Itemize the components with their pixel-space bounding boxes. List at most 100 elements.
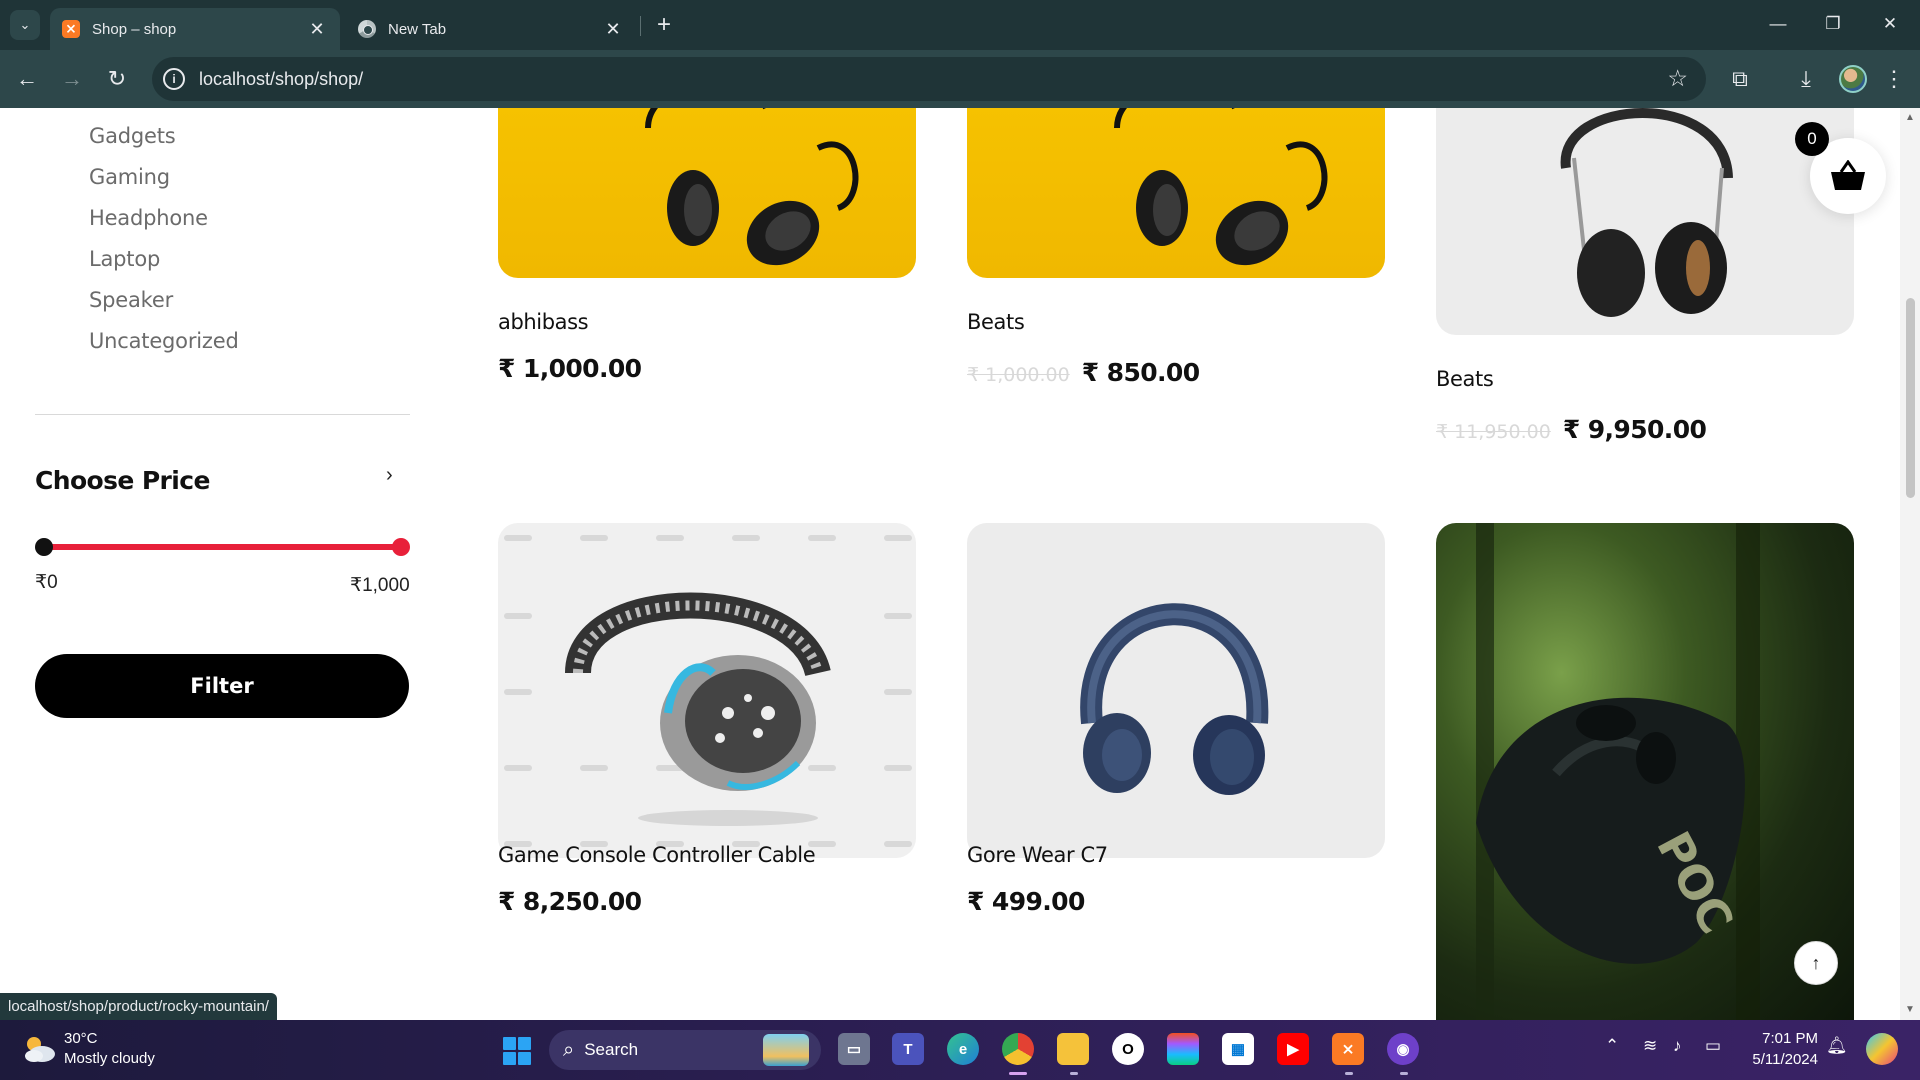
close-icon: ✕ (1882, 14, 1898, 33)
tab-shop[interactable]: ⨯ Shop – shop ✕ (50, 8, 340, 50)
tab-search-button[interactable]: ⌄ (10, 10, 40, 40)
clock-date[interactable]: 5/11/2024 (1738, 1051, 1818, 1068)
product-image-gore-wear[interactable] (967, 523, 1385, 858)
page-scrollbar[interactable]: ▲ ▼ (1900, 108, 1920, 1020)
notification-bell-icon[interactable]: 🔔︎ (1826, 1036, 1848, 1056)
basket-icon (1831, 160, 1865, 190)
new-tab-button[interactable]: + (650, 10, 678, 40)
product-name[interactable]: Beats (967, 310, 1025, 334)
category-item[interactable]: Laptop (89, 245, 239, 286)
close-icon[interactable]: ✕ (602, 19, 624, 40)
clock-time[interactable]: 7:01 PM (1760, 1030, 1818, 1047)
minimize-icon: — (1769, 14, 1787, 33)
product-name[interactable]: Game Console Controller Cable (498, 843, 816, 867)
status-bar-url: localhost/shop/product/rocky-mountain/ (0, 993, 277, 1020)
scroll-up-arrow-icon[interactable]: ▲ (1905, 112, 1915, 123)
browser-tab-bar: ⌄ ⨯ Shop – shop ✕ New Tab ✕ + — ❐ ✕ (0, 0, 1920, 50)
url-text[interactable]: localhost/shop/shop/ (199, 69, 363, 90)
category-item[interactable]: Speaker (89, 286, 239, 327)
microsoft-store-icon[interactable]: ▦ (1222, 1033, 1254, 1065)
browser-toolbar: ← → ↻ i localhost/shop/shop/ ☆ ⧉ ⤓ ⋮ (0, 50, 1920, 108)
category-item[interactable]: Gaming (89, 163, 239, 204)
taskbar-search[interactable]: ⌕ Search (549, 1030, 821, 1070)
figma-icon[interactable] (1167, 1033, 1199, 1065)
weather-temperature[interactable]: 30°C (64, 1030, 98, 1047)
product-old-price: ₹ 1,000.00 (967, 364, 1070, 386)
product-name[interactable]: abhibass (498, 310, 589, 334)
product-image-rocky-mountain[interactable]: POC (1436, 523, 1854, 1020)
arrow-up-icon: ↑ (1811, 952, 1821, 973)
windows-start-button[interactable] (503, 1037, 531, 1065)
windows-taskbar: 30°C Mostly cloudy ⌕ Search ▭ T e O ▦ ▶ … (0, 1020, 1920, 1080)
site-info-icon[interactable]: i (163, 68, 185, 90)
address-bar[interactable]: i localhost/shop/shop/ ☆ (152, 57, 1706, 101)
product-price-row: ₹ 11,950.00 ₹ 9,950.00 (1436, 415, 1707, 444)
wifi-icon[interactable]: ≋ (1643, 1036, 1657, 1056)
profile-avatar[interactable] (1839, 65, 1867, 93)
blue-headphones-icon (1080, 603, 1269, 795)
bookmark-star-icon[interactable]: ☆ (1667, 65, 1688, 92)
chevron-right-icon[interactable]: › (386, 464, 393, 487)
price-max-label: ₹1,000 (350, 575, 410, 596)
headphones-icon (1114, 108, 1328, 266)
product-image-headphones[interactable] (498, 108, 916, 278)
extensions-button[interactable]: ⧉ (1723, 62, 1757, 96)
back-button[interactable]: ← (10, 62, 44, 96)
explorer-running-indicator (1070, 1072, 1078, 1075)
scroll-down-arrow-icon[interactable]: ▼ (1905, 1004, 1915, 1015)
minimize-button[interactable]: — (1758, 8, 1798, 40)
product-price-row: ₹ 499.00 (967, 887, 1085, 916)
scrollbar-thumb[interactable] (1906, 298, 1915, 498)
bike-helmet-icon: POC (1476, 523, 1760, 1020)
close-icon[interactable]: ✕ (306, 19, 328, 40)
more-vert-icon: ⋮ (1883, 66, 1905, 91)
product-price: ₹ 8,250.00 (498, 887, 642, 916)
chrome-favicon-icon (358, 20, 376, 38)
product-image-headphones[interactable] (1436, 108, 1854, 335)
chrome-icon[interactable] (1002, 1033, 1034, 1065)
restore-button[interactable]: ❐ (1813, 8, 1853, 40)
filter-button[interactable]: Filter (35, 654, 409, 718)
tab-new-tab[interactable]: New Tab ✕ (346, 8, 636, 50)
task-view-icon[interactable]: ▭ (838, 1033, 870, 1065)
product-name[interactable]: Gore Wear C7 (967, 843, 1108, 867)
edge-icon[interactable]: e (947, 1033, 979, 1065)
price-slider-max-handle[interactable] (392, 538, 410, 556)
downloads-button[interactable]: ⤓ (1789, 62, 1823, 96)
arrow-right-icon: → (61, 66, 83, 91)
scroll-to-top-button[interactable]: ↑ (1794, 941, 1838, 985)
category-item[interactable]: Headphone (89, 204, 239, 245)
plus-icon: + (656, 11, 671, 38)
github-running-indicator (1400, 1072, 1408, 1075)
github-icon[interactable]: ◉ (1387, 1033, 1419, 1065)
product-price: ₹ 499.00 (967, 887, 1085, 916)
tab-separator (640, 16, 641, 36)
price-min-label: ₹0 (35, 572, 58, 593)
reload-button[interactable]: ↻ (100, 62, 134, 96)
xampp-favicon-icon: ⨯ (62, 20, 80, 38)
product-image-headphones[interactable] (967, 108, 1385, 278)
copilot-icon[interactable] (1866, 1033, 1898, 1065)
weather-description[interactable]: Mostly cloudy (64, 1050, 155, 1067)
tab-title: New Tab (388, 20, 447, 38)
category-item[interactable]: Uncategorized (89, 327, 239, 368)
category-item[interactable]: Gadgets (89, 122, 239, 163)
price-slider-min-handle[interactable] (35, 538, 53, 556)
file-explorer-icon[interactable] (1057, 1033, 1089, 1065)
product-image-game-console-cable[interactable] (498, 523, 916, 858)
opera-icon[interactable]: O (1112, 1033, 1144, 1065)
chevron-down-icon: ⌄ (19, 17, 31, 32)
product-name[interactable]: Beats (1436, 367, 1494, 391)
close-window-button[interactable]: ✕ (1870, 8, 1910, 40)
cloudy-weather-icon[interactable] (22, 1034, 56, 1064)
price-slider-track[interactable] (44, 544, 402, 550)
battery-icon[interactable]: ▭ (1705, 1036, 1721, 1056)
forward-button[interactable]: → (55, 62, 89, 96)
teams-icon[interactable]: T (892, 1033, 924, 1065)
product-price-row: ₹ 1,000.00 ₹ 850.00 (967, 358, 1200, 387)
menu-button[interactable]: ⋮ (1877, 62, 1911, 96)
xampp-icon[interactable]: ⨯ (1332, 1033, 1364, 1065)
volume-icon[interactable]: ♪ (1673, 1036, 1682, 1056)
youtube-icon[interactable]: ▶ (1277, 1033, 1309, 1065)
chevron-up-icon[interactable]: ⌃ (1605, 1036, 1619, 1056)
